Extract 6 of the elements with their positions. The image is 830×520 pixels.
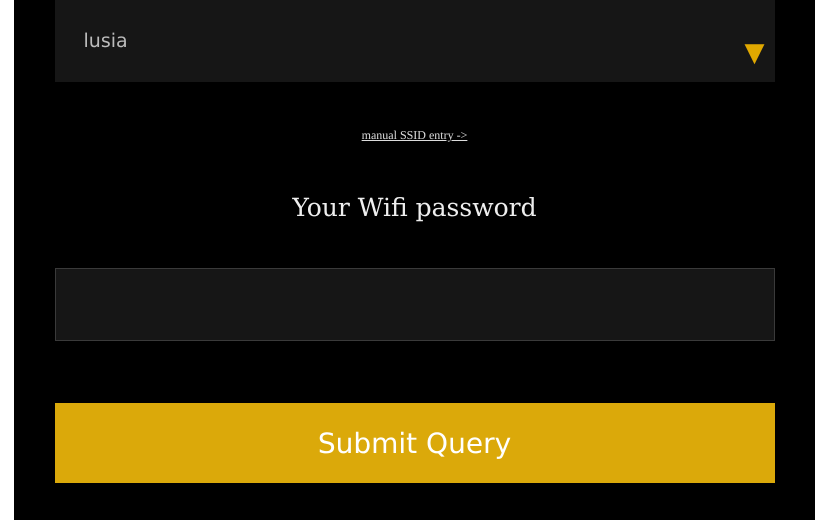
selected-network: lusia — [84, 30, 128, 52]
password-field[interactable] — [54, 268, 774, 341]
manual-ssid-link[interactable]: manual SSID entry -> — [362, 128, 468, 143]
network-select[interactable]: lusia ▼ — [54, 0, 774, 82]
dropdown-arrow-icon: ▼ — [744, 40, 764, 66]
password-label: Your Wifi password — [292, 193, 537, 222]
